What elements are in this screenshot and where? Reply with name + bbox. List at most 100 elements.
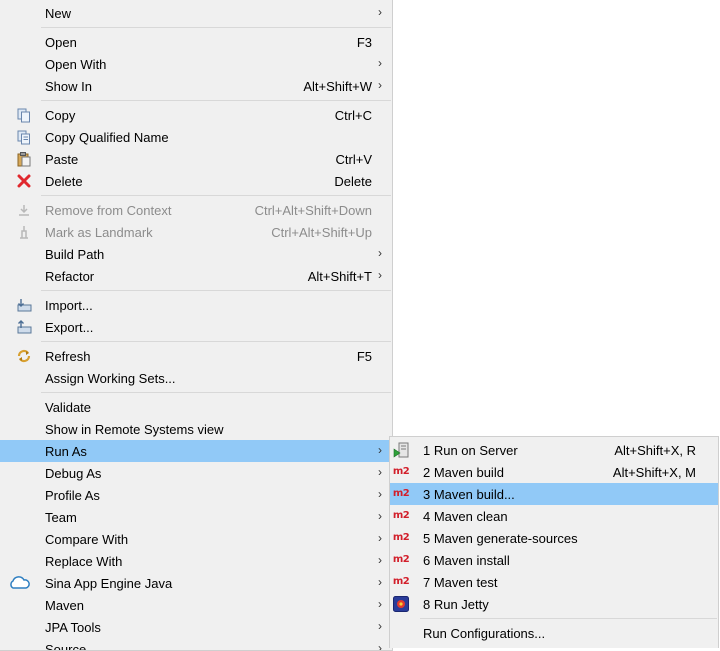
menu-item-show-in[interactable]: Show In Alt+Shift+W › <box>0 75 392 97</box>
menu-item-shortcut: F5 <box>356 349 372 364</box>
menu-item-mark-as-landmark[interactable]: Mark as Landmark Ctrl+Alt+Shift+Up <box>0 221 392 243</box>
menu-item-label: Export... <box>45 320 94 335</box>
submenu-item-shortcut: Alt+Shift+X, M <box>612 465 696 480</box>
menu-item-label: Refresh <box>45 349 91 364</box>
menu-item-import[interactable]: Import... <box>0 294 392 316</box>
menu-item-team[interactable]: Team › <box>0 506 392 528</box>
submenu-item-maven-clean[interactable]: m2 4 Maven clean <box>390 505 718 527</box>
menu-item-label: Remove from Context <box>45 203 172 218</box>
submenu-item-label: 6 Maven install <box>423 553 510 568</box>
menu-item-profile-as[interactable]: Profile As › <box>0 484 392 506</box>
chevron-right-icon: › <box>378 575 382 589</box>
chevron-right-icon: › <box>378 553 382 567</box>
chevron-right-icon: › <box>378 619 382 633</box>
server-run-icon <box>393 442 409 458</box>
menu-item-label: Copy <box>45 108 76 123</box>
menu-item-shortcut: F3 <box>356 35 372 50</box>
submenu-item-run-configurations[interactable]: Run Configurations... <box>390 622 718 644</box>
menu-item-label: Source <box>45 642 87 651</box>
maven-m2-icon: m2 <box>392 576 410 587</box>
menu-item-label: Build Path <box>45 247 105 262</box>
submenu-item-run-on-server[interactable]: 1 Run on Server Alt+Shift+X, R <box>390 439 718 461</box>
menu-item-open-with[interactable]: Open With › <box>0 53 392 75</box>
chevron-right-icon: › <box>378 465 382 479</box>
chevron-right-icon: › <box>378 597 382 611</box>
maven-m2-icon: m2 <box>392 510 410 521</box>
menu-item-show-in-remote-systems[interactable]: Show in Remote Systems view <box>0 418 392 440</box>
copy-qualified-icon <box>16 129 32 145</box>
menu-item-new[interactable]: New › <box>0 2 392 24</box>
menu-item-shortcut: Ctrl+Alt+Shift+Down <box>254 203 372 218</box>
submenu-item-label: 7 Maven test <box>423 575 498 590</box>
submenu-item-label: 5 Maven generate-sources <box>423 531 578 546</box>
menu-item-jpa-tools[interactable]: JPA Tools › <box>0 616 392 638</box>
menu-item-label: Paste <box>45 152 79 167</box>
menu-item-debug-as[interactable]: Debug As › <box>0 462 392 484</box>
submenu-item-shortcut: Alt+Shift+X, R <box>614 443 696 458</box>
menu-item-label: Import... <box>45 298 93 313</box>
menu-item-paste[interactable]: Paste Ctrl+V <box>0 148 392 170</box>
menu-item-label: New <box>45 6 72 21</box>
menu-item-source[interactable]: Source › <box>0 638 392 651</box>
submenu-item-maven-generate-sources[interactable]: m2 5 Maven generate-sources <box>390 527 718 549</box>
submenu-item-maven-build[interactable]: m2 2 Maven build Alt+Shift+X, M <box>390 461 718 483</box>
menu-item-refactor[interactable]: Refactor Alt+Shift+T › <box>0 265 392 287</box>
menu-item-validate[interactable]: Validate <box>0 396 392 418</box>
menu-item-shortcut: Ctrl+C <box>334 108 372 123</box>
submenu-item-label: 1 Run on Server <box>423 443 518 458</box>
submenu-item-maven-test[interactable]: m2 7 Maven test <box>390 571 718 593</box>
menu-item-build-path[interactable]: Build Path › <box>0 243 392 265</box>
menu-separator <box>0 287 392 294</box>
menu-item-shortcut: Alt+Shift+T <box>307 269 372 284</box>
menu-item-sina-app-engine[interactable]: Sina App Engine Java › <box>0 572 392 594</box>
landmark-icon <box>16 224 32 240</box>
submenu-item-maven-install[interactable]: m2 6 Maven install <box>390 549 718 571</box>
menu-item-label: Debug As <box>45 466 102 481</box>
maven-m2-icon: m2 <box>392 554 410 565</box>
menu-item-open[interactable]: Open F3 <box>0 31 392 53</box>
menu-item-label: Show In <box>45 79 92 94</box>
menu-item-label: Open <box>45 35 77 50</box>
chevron-right-icon: › <box>378 443 382 457</box>
maven-m2-icon: m2 <box>392 466 410 477</box>
submenu-item-maven-build-dialog[interactable]: m2 3 Maven build... <box>390 483 718 505</box>
submenu-item-label: 2 Maven build <box>423 465 504 480</box>
remove-context-icon <box>16 202 32 218</box>
menu-item-run-as[interactable]: Run As › <box>0 440 392 462</box>
delete-icon <box>16 173 32 189</box>
chevron-right-icon: › <box>378 78 382 92</box>
menu-item-label: Open With <box>45 57 107 72</box>
chevron-right-icon: › <box>378 509 382 523</box>
menu-item-label: Profile As <box>45 488 100 503</box>
chevron-right-icon: › <box>378 246 382 260</box>
chevron-right-icon: › <box>378 641 382 651</box>
export-icon <box>16 319 32 335</box>
menu-separator <box>0 338 392 345</box>
menu-item-compare-with[interactable]: Compare With › <box>0 528 392 550</box>
menu-item-maven[interactable]: Maven › <box>0 594 392 616</box>
menu-item-label: Mark as Landmark <box>45 225 153 240</box>
menu-item-label: Compare With <box>45 532 129 547</box>
menu-item-label: Assign Working Sets... <box>45 371 176 386</box>
import-icon <box>16 297 32 313</box>
menu-item-delete[interactable]: Delete Delete <box>0 170 392 192</box>
maven-m2-icon: m2 <box>392 532 410 543</box>
menu-item-export[interactable]: Export... <box>0 316 392 338</box>
menu-separator <box>390 615 718 622</box>
menu-item-shortcut: Delete <box>334 174 372 189</box>
menu-item-label: JPA Tools <box>45 620 101 635</box>
maven-m2-icon: m2 <box>392 488 410 499</box>
cloud-icon <box>7 575 31 591</box>
submenu-item-run-jetty[interactable]: 8 Run Jetty <box>390 593 718 615</box>
menu-item-label: Team <box>45 510 77 525</box>
menu-item-copy-qualified-name[interactable]: Copy Qualified Name <box>0 126 392 148</box>
menu-item-assign-working-sets[interactable]: Assign Working Sets... <box>0 367 392 389</box>
menu-item-remove-from-context[interactable]: Remove from Context Ctrl+Alt+Shift+Down <box>0 199 392 221</box>
refresh-icon <box>16 348 32 364</box>
submenu-item-label: 8 Run Jetty <box>423 597 489 612</box>
submenu-item-label: 3 Maven build... <box>423 487 515 502</box>
menu-item-refresh[interactable]: Refresh F5 <box>0 345 392 367</box>
menu-item-copy[interactable]: Copy Ctrl+C <box>0 104 392 126</box>
menu-separator <box>0 24 392 31</box>
menu-item-replace-with[interactable]: Replace With › <box>0 550 392 572</box>
